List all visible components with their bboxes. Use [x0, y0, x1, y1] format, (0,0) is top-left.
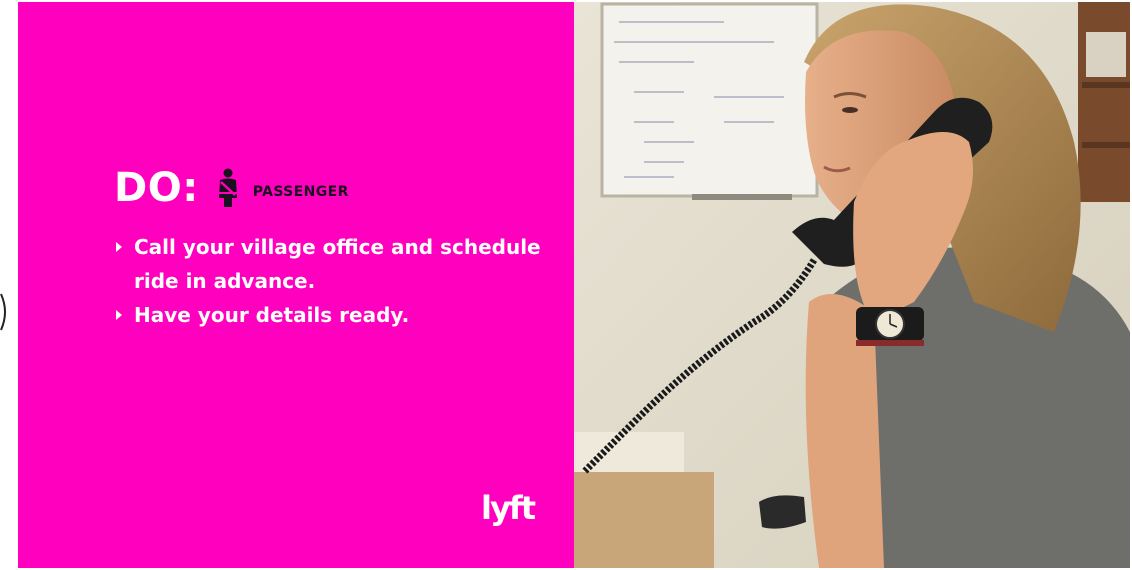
video-frame: DO: PASSENGER Call your village office a… [0, 0, 1132, 570]
passenger-label: PASSENGER [252, 184, 349, 200]
list-item: Call your village office and schedule ri… [114, 230, 554, 298]
bullet-text: Have your details ready. [134, 303, 410, 327]
bullet-arrow-icon [116, 310, 122, 320]
bullet-arrow-icon [116, 242, 122, 252]
list-item: Have your details ready. [114, 298, 554, 332]
do-header: DO: PASSENGER [114, 158, 349, 218]
lyft-logo: lyft [481, 489, 536, 527]
partial-bracket-mark [0, 293, 6, 331]
seatbelt-passenger-icon [218, 168, 237, 207]
photo-woman-on-phone [574, 2, 1130, 568]
instructions-list: Call your village office and schedule ri… [114, 230, 554, 332]
bullet-text: Call your village office and schedule ri… [134, 235, 541, 293]
do-heading: DO: [114, 165, 199, 211]
info-panel: DO: PASSENGER Call your village office a… [18, 2, 574, 568]
